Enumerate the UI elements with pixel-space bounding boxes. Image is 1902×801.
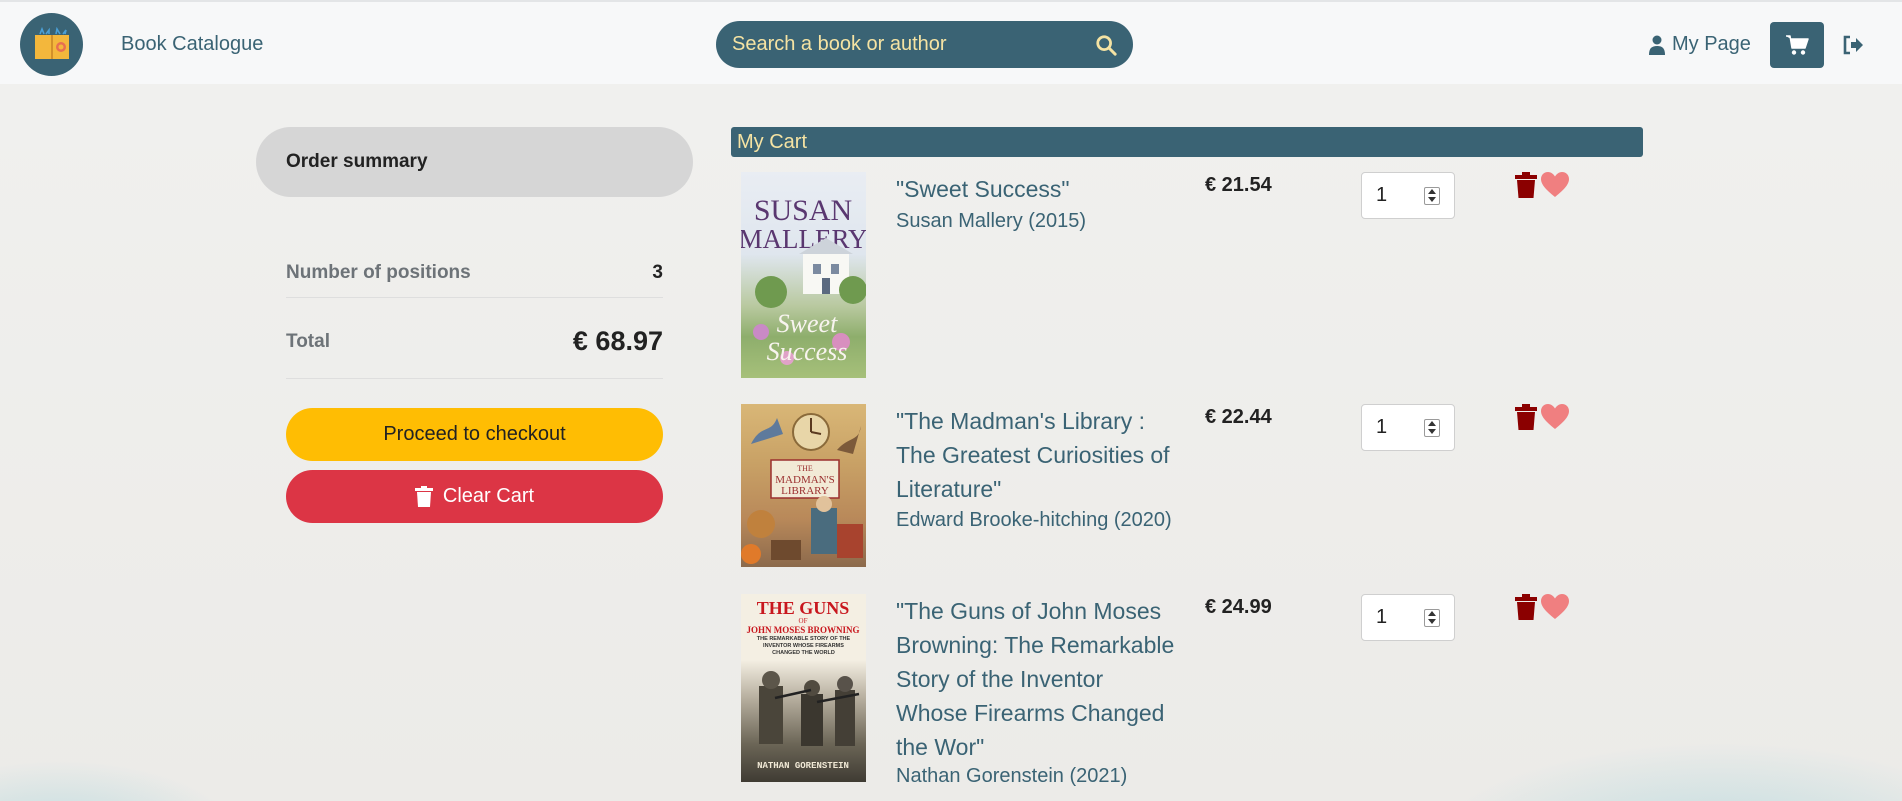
book-title[interactable]: "The Guns of John Moses Browning: The Re… [896, 594, 1176, 764]
clear-cart-label: Clear Cart [442, 485, 535, 507]
order-summary-header: Order summary [256, 127, 693, 197]
trash-icon [414, 486, 433, 507]
user-icon [1649, 35, 1665, 55]
chevron-up-icon[interactable] [1428, 611, 1436, 616]
book-title[interactable]: "Sweet Success" [896, 172, 1176, 206]
logout-icon[interactable] [1842, 34, 1864, 56]
heart-icon[interactable] [1541, 172, 1569, 198]
total-row: Total € 68.97 [286, 305, 663, 379]
heart-icon[interactable] [1541, 404, 1569, 430]
proceed-to-checkout-button[interactable]: Proceed to checkout [286, 408, 663, 461]
positions-value: 3 [652, 261, 663, 283]
cover-art: SUSAN MALLERY Sweet Success [741, 194, 866, 366]
clear-cart-button[interactable]: Clear Cart [286, 470, 663, 523]
svg-text:OF: OF [799, 617, 808, 625]
book-author: Nathan Gorenstein (2021) [896, 765, 1128, 787]
trash-icon[interactable] [1515, 594, 1537, 620]
stepper-arrows[interactable] [1424, 418, 1440, 437]
my-cart-header: My Cart [731, 127, 1643, 157]
svg-text:Success: Success [767, 337, 848, 366]
trash-icon[interactable] [1515, 172, 1537, 198]
book-author: Edward Brooke-hitching (2020) [896, 509, 1172, 531]
positions-row: Number of positions 3 [286, 248, 663, 298]
book-logo-icon [34, 26, 69, 59]
book-cover-sweet-success[interactable]: SUSAN MALLERY Sweet Success [741, 172, 866, 378]
search-input[interactable] [732, 33, 1095, 56]
trash-icon[interactable] [1515, 404, 1537, 430]
my-page-link[interactable]: My Page [1648, 33, 1751, 56]
logo[interactable] [20, 13, 83, 76]
search-bar [716, 21, 1133, 68]
chevron-down-icon[interactable] [1428, 619, 1436, 624]
svg-text:NATHAN GORENSTEIN: NATHAN GORENSTEIN [757, 761, 849, 771]
svg-text:JOHN MOSES BROWNING: JOHN MOSES BROWNING [746, 625, 859, 635]
svg-text:Sweet: Sweet [777, 309, 838, 338]
cart-button[interactable] [1770, 22, 1824, 68]
svg-text:LIBRARY: LIBRARY [781, 485, 829, 497]
quantity-stepper[interactable] [1361, 172, 1455, 219]
svg-text:SUSAN: SUSAN [754, 194, 852, 227]
book-price: € 22.44 [1205, 406, 1272, 428]
book-cover-madmans-library[interactable]: THE MADMAN'S LIBRARY [741, 404, 866, 567]
cover-art: THE MADMAN'S LIBRARY [741, 413, 863, 564]
cart-icon [1786, 35, 1809, 55]
quantity-input[interactable] [1376, 606, 1420, 629]
book-price: € 21.54 [1205, 174, 1272, 196]
svg-text:THE: THE [797, 464, 813, 473]
svg-text:MALLERY: MALLERY [741, 224, 866, 254]
positions-label: Number of positions [286, 261, 471, 283]
heart-icon[interactable] [1541, 594, 1569, 620]
cart-item: THE MADMAN'S LIBRARY "The Madman's Libra… [741, 404, 1631, 570]
cover-art: THE GUNS OF JOHN MOSES BROWNING THE REMA… [746, 598, 859, 771]
brand-link[interactable]: Book Catalogue [121, 33, 263, 56]
total-label: Total [286, 330, 330, 352]
book-title[interactable]: "The Madman's Library : The Greatest Cur… [896, 404, 1176, 506]
chevron-down-icon[interactable] [1428, 429, 1436, 434]
search-icon[interactable] [1095, 34, 1117, 56]
book-cover-guns-of-browning[interactable]: THE GUNS OF JOHN MOSES BROWNING THE REMA… [741, 594, 866, 782]
quantity-stepper[interactable] [1361, 594, 1455, 641]
book-author: Susan Mallery (2015) [896, 210, 1087, 232]
chevron-down-icon[interactable] [1428, 197, 1436, 202]
chevron-up-icon[interactable] [1428, 421, 1436, 426]
quantity-input[interactable] [1376, 184, 1420, 207]
cart-item: SUSAN MALLERY Sweet Success "Sweet Succe… [741, 172, 1631, 380]
cart-item: THE GUNS OF JOHN MOSES BROWNING THE REMA… [741, 594, 1631, 801]
chevron-up-icon[interactable] [1428, 189, 1436, 194]
stepper-arrows[interactable] [1424, 186, 1440, 205]
stepper-arrows[interactable] [1424, 608, 1440, 627]
svg-text:THE GUNS: THE GUNS [757, 598, 850, 618]
quantity-stepper[interactable] [1361, 404, 1455, 451]
my-page-label: My Page [1672, 33, 1751, 55]
quantity-input[interactable] [1376, 416, 1420, 439]
top-navbar: Book Catalogue My Page [0, 0, 1902, 84]
book-price: € 24.99 [1205, 596, 1272, 618]
total-value: € 68.97 [572, 326, 663, 356]
